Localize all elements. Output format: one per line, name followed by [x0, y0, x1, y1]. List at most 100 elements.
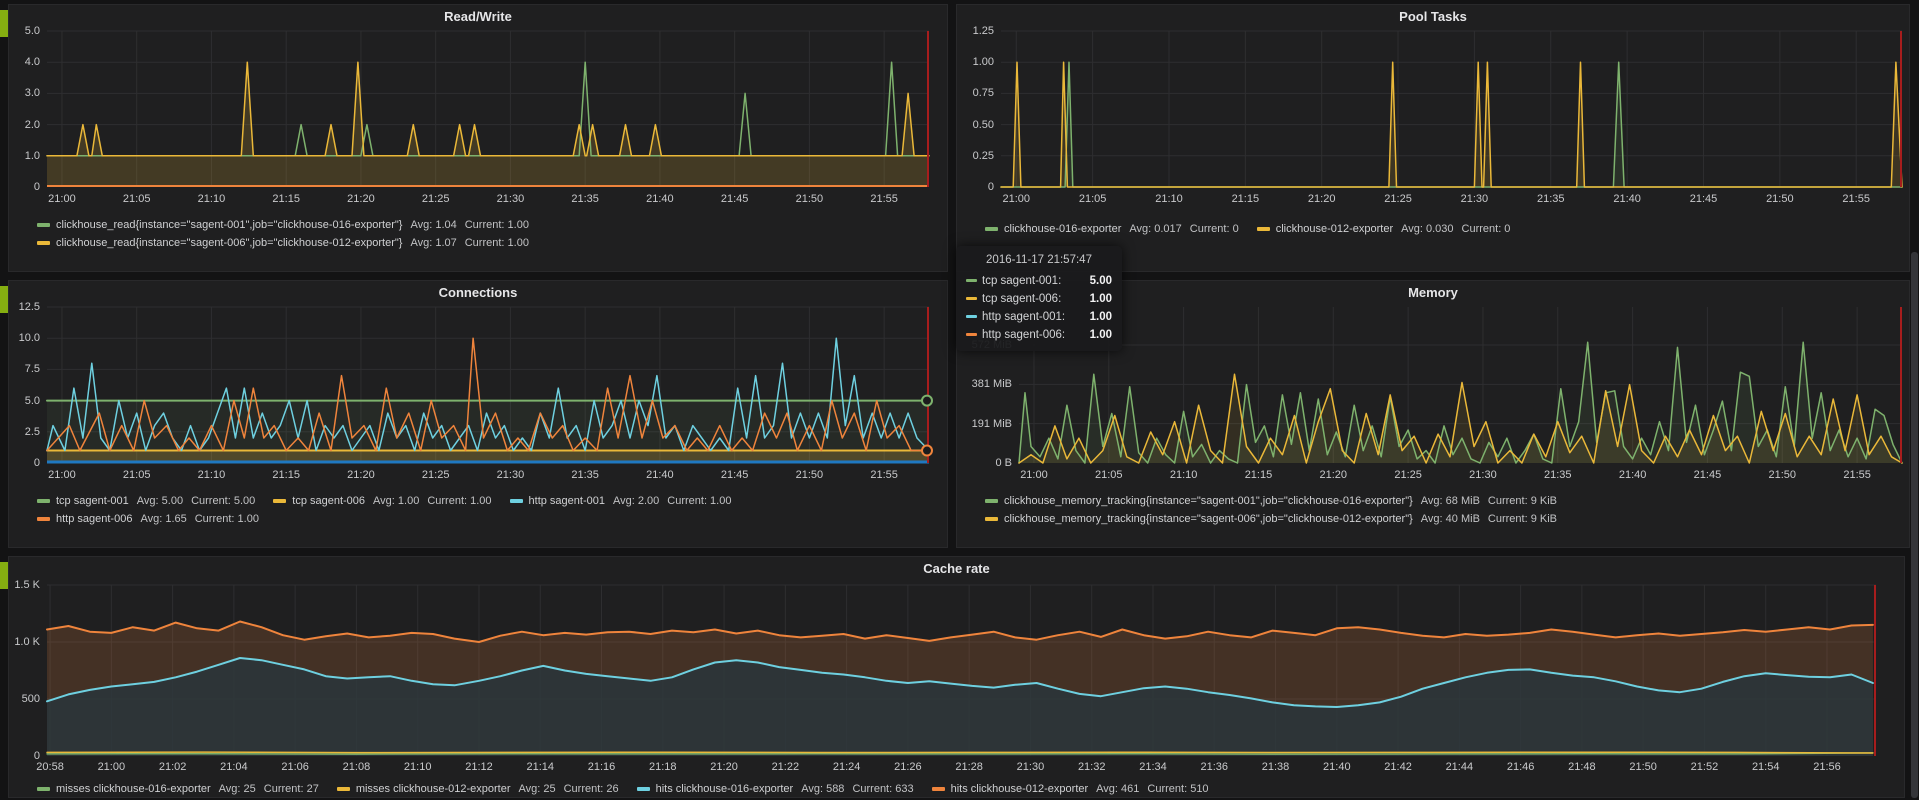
x-axis-tick-label: 21:40 [646, 193, 674, 205]
x-axis-tick-label: 21:50 [795, 469, 824, 481]
legend-item[interactable]: tcp sagent-001 Avg: 5.00 Current: 5.00 [37, 495, 255, 507]
legend-series-label: clickhouse_read{instance="sagent-006",jo… [56, 237, 403, 249]
x-axis-tick-label: 21:04 [220, 761, 248, 773]
legend-series-label: clickhouse-016-exporter [1004, 223, 1122, 235]
plot-area[interactable] [1000, 30, 1903, 188]
y-axis-tick-label: 7.5 [24, 363, 40, 376]
y-axis-tick-label: 12.5 [18, 301, 40, 313]
y-axis-tick-label: 0.25 [972, 149, 994, 162]
plot-area[interactable] [46, 30, 930, 188]
plot-area[interactable] [46, 584, 1876, 756]
legend-series-label: clickhouse-012-exporter [1275, 223, 1394, 235]
legend-item[interactable]: http sagent-001 Avg: 2.00 Current: 1.00 [509, 495, 731, 507]
series-line [46, 61, 930, 157]
legend: tcp sagent-001 Avg: 5.00 Current: 5.00 tcp … [37, 493, 731, 527]
series-end-marker [921, 394, 933, 407]
x-axis-tick-label: 21:10 [1169, 469, 1198, 481]
x-axis-tick-label: 21:14 [526, 761, 554, 773]
tooltip-series-label: tcp sagent-006: [982, 292, 1062, 305]
x-axis-tick-label: 21:05 [122, 469, 151, 481]
panel-read-write: Read/Write 0 1.0 2.0 3.0 4.0 5.0 21:00 21:05 21:… [8, 4, 948, 272]
legend-item[interactable]: clickhouse_memory_tracking{instance="sag… [985, 495, 1557, 507]
legend-series-label: misses clickhouse-016-exporter [56, 783, 211, 795]
plot-area[interactable] [46, 306, 933, 464]
series-color-dash [37, 241, 50, 245]
legend-series-label: clickhouse_memory_tracking{instance="sag… [1004, 495, 1413, 507]
x-axis-tick-label: 21:35 [1544, 469, 1572, 481]
legend-series-label: hits clickhouse-016-exporter [655, 783, 794, 795]
scrollbar-thumb[interactable] [1911, 252, 1918, 798]
x-axis-tick-label: 21:35 [1536, 193, 1565, 205]
legend-item[interactable]: http sagent-006 Avg: 1.65 Current: 1.00 [37, 513, 259, 525]
panel-connections: Connections 0 2.5 5.0 7.5 10.0 12.5 21:00 21:05… [8, 280, 948, 548]
x-axis-tick-label: 21:55 [1842, 193, 1870, 205]
grafana-dashboard: Read/Write 0 1.0 2.0 3.0 4.0 5.0 21:00 21:05 21:… [0, 0, 1919, 800]
x-axis-tick-label: 21:45 [1689, 193, 1718, 205]
panel-pool-tasks: Pool Tasks 0 0.25 0.50 0.75 1.00 1.25 21:00 21:… [956, 4, 1910, 272]
y-axis-tick-label: 1.25 [972, 25, 994, 37]
series-color-dash [966, 333, 977, 336]
x-axis-tick-label: 21:55 [870, 469, 898, 481]
x-axis-tick-label: 21:45 [1693, 469, 1722, 481]
y-axis-tick-label: 0 [33, 457, 40, 469]
legend-item[interactable]: hits clickhouse-016-exporter Avg: 588 Curr… [636, 783, 914, 795]
tooltip-series-row: http sagent-001: 1.00 [966, 309, 1112, 324]
legend-series-label: tcp sagent-001 [56, 495, 129, 507]
legend-avg-value: Avg: 40 MiB [1420, 513, 1480, 525]
legend-item[interactable]: clickhouse_read{instance="sagent-006",jo… [37, 237, 529, 249]
legend-item[interactable]: clickhouse-016-exporter Avg: 0.017 Current… [985, 223, 1239, 235]
x-axis-tick-label: 21:52 [1690, 761, 1719, 773]
tooltip-series-value: 1.00 [1089, 310, 1112, 323]
x-axis-tick-label: 21:25 [421, 193, 450, 205]
legend-current-value: Current: 633 [852, 783, 914, 795]
tooltip-series-row: tcp sagent-006: 1.00 [966, 291, 1112, 306]
legend-avg-value: Avg: 0.017 [1129, 223, 1182, 235]
x-axis-tick-label: 21:40 [1618, 469, 1647, 481]
series-color-dash [37, 223, 50, 227]
y-axis-tick-label: 381 MiB [971, 378, 1012, 391]
x-axis-tick-label: 21:50 [1766, 193, 1794, 205]
y-axis-tick-label: 0 [987, 181, 994, 193]
x-axis-tick-label: 21:00 [1020, 469, 1048, 481]
legend-current-value: Current: 9 KiB [1487, 513, 1557, 525]
legend-avg-value: Avg: 25 [518, 783, 556, 795]
series-color-dash [1256, 227, 1270, 231]
legend-current-value: Current: 1.00 [464, 219, 529, 231]
legend-item[interactable]: misses clickhouse-012-exporter Avg: 25 Cur… [336, 783, 619, 795]
legend-item[interactable]: clickhouse_memory_tracking{instance="sag… [985, 513, 1557, 525]
x-axis-tick-label: 20:58 [36, 761, 64, 773]
series-color-dash [966, 279, 977, 282]
panel-title[interactable]: Cache rate [9, 561, 1904, 576]
x-axis-tick-label: 21:38 [1261, 761, 1290, 773]
x-axis-tick-label: 21:15 [1244, 469, 1273, 481]
y-axis-tick-label: 2.5 [24, 425, 40, 438]
x-axis-tick-label: 21:42 [1384, 761, 1412, 773]
legend-current-value: Current: 510 [1147, 783, 1209, 795]
series-color-dash [273, 499, 287, 503]
y-axis-tick-label: 0.50 [972, 118, 994, 131]
legend-item[interactable]: tcp sagent-006 Avg: 1.00 Current: 1.00 [273, 495, 492, 507]
panel-title[interactable]: Read/Write [9, 9, 947, 24]
y-axis-tick-label: 500 [21, 693, 40, 705]
legend-item[interactable]: misses clickhouse-016-exporter Avg: 25 Cur… [37, 783, 319, 795]
tooltip-series-label: http sagent-001: [982, 310, 1066, 323]
x-axis-tick-label: 21:26 [894, 761, 922, 773]
legend-current-value: Current: 1.00 [464, 237, 529, 249]
x-axis-tick-label: 21:35 [571, 469, 599, 481]
tooltip-series-value: 5.00 [1089, 274, 1112, 287]
legend-series-label: clickhouse_read{instance="sagent-001",jo… [56, 219, 403, 231]
legend-item[interactable]: hits clickhouse-012-exporter Avg: 461 Curr… [931, 783, 1209, 795]
panel-title[interactable]: Connections [9, 285, 947, 300]
x-axis-tick-label: 21:50 [1629, 761, 1657, 773]
x-axis-tick-label: 21:08 [342, 761, 371, 773]
panel-cache-rate: Cache rate 0 500 1.0 K 1.5 K 20:58 21:00 21:02… [8, 556, 1905, 798]
legend-item[interactable]: clickhouse_read{instance="sagent-001",jo… [37, 219, 529, 231]
tooltip-series-label: http sagent-006: [982, 328, 1066, 341]
panel-title[interactable]: Pool Tasks [957, 9, 1909, 24]
legend-item[interactable]: clickhouse-012-exporter Avg: 0.030 Current… [1256, 223, 1510, 235]
plot-area[interactable] [1018, 307, 1903, 464]
series-color-dash [37, 517, 50, 521]
series-color-dash [985, 227, 998, 231]
x-axis-tick-label: 21:30 [496, 193, 525, 205]
series-color-dash [509, 499, 523, 503]
